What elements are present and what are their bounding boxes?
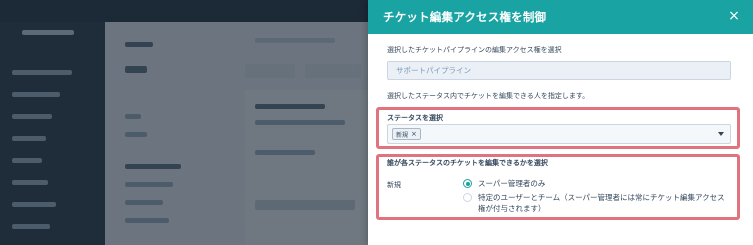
pipeline-label: 選択したチケットパイプラインの編集アクセス権を選択: [387, 46, 562, 54]
pipeline-field: サポートパイプライン: [387, 61, 731, 80]
option-label-line2: 権が付与されます）: [478, 204, 546, 213]
option-label-line1: 特定のユーザーとチーム（スーパー管理者には常にチケット編集アクセス: [478, 193, 725, 202]
panel-title: チケット編集アクセス権を制御: [383, 10, 547, 24]
modal-overlay[interactable]: [0, 0, 368, 245]
remove-tag-icon[interactable]: ×: [411, 130, 417, 138]
status-tag-label: 新規: [396, 131, 409, 139]
close-icon[interactable]: ×: [727, 9, 741, 23]
panel-header: チケット編集アクセス権を制御 ×: [368, 0, 753, 34]
instruction-text: 選択したステータス内でチケットを編集できる人を指定します。: [387, 92, 590, 100]
permission-label: 誰が各ステータスのチケットを編集できるかを選択: [387, 159, 548, 167]
chevron-down-icon[interactable]: [718, 132, 724, 136]
option-specific-users-teams[interactable]: 特定のユーザーとチーム（スーパー管理者には常にチケット編集アクセス 権が付与され…: [463, 192, 733, 214]
option-label: スーパー管理者のみ: [478, 179, 546, 188]
option-super-admin-only[interactable]: スーパー管理者のみ: [463, 178, 545, 189]
radio-specific-users-teams[interactable]: [463, 193, 472, 202]
background-app: [0, 0, 368, 245]
status-tag: 新規 ×: [392, 128, 421, 140]
status-name: 新規: [387, 181, 401, 189]
option-label: 特定のユーザーとチーム（スーパー管理者には常にチケット編集アクセス 権が付与され…: [478, 192, 725, 214]
status-label: ステータスを選択: [387, 114, 443, 122]
radio-super-admin-only[interactable]: [463, 179, 472, 188]
status-select[interactable]: 新規 ×: [387, 124, 731, 144]
